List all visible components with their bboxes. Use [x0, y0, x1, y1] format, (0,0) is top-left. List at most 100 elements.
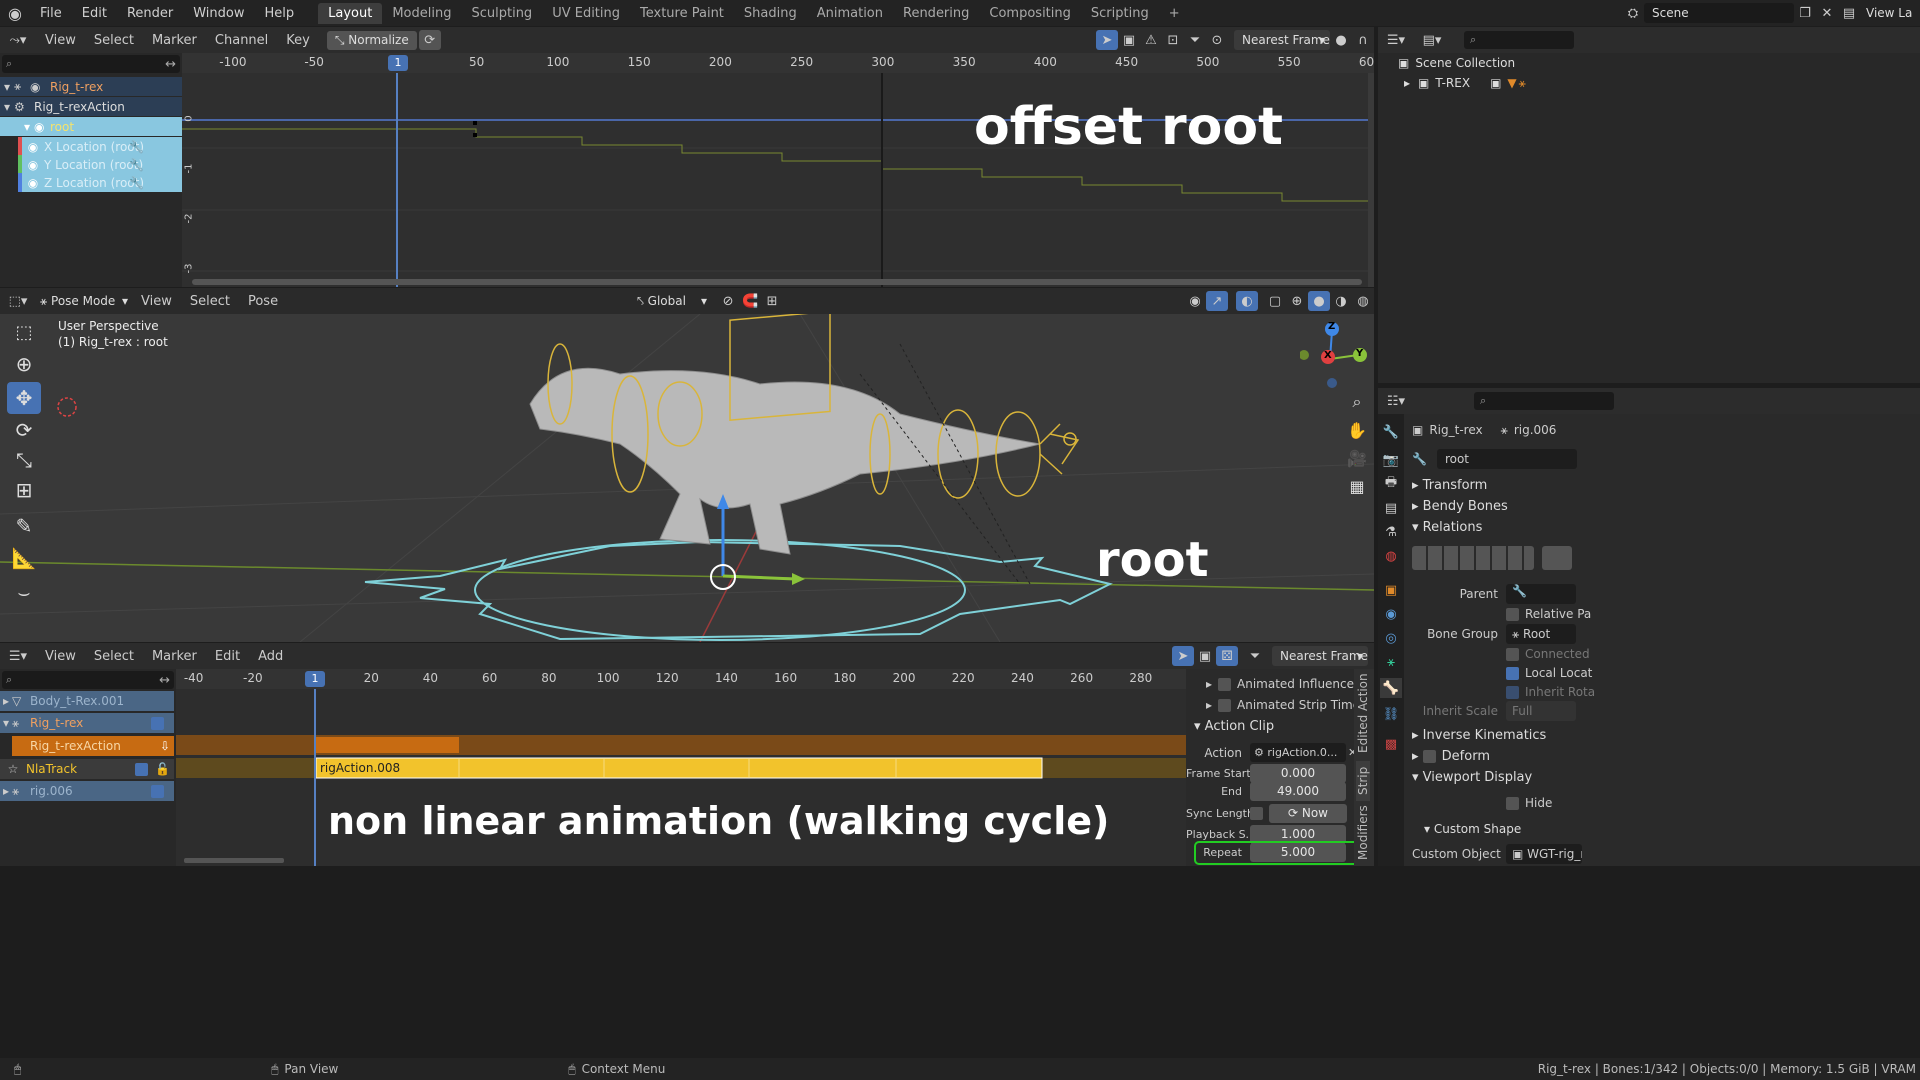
nla-object-row[interactable]: ▸ ⚹ rig.006	[0, 781, 174, 801]
channel-search[interactable]: ⌕ ↔	[2, 55, 180, 73]
select-strip-icon[interactable]: ➤	[1172, 646, 1194, 666]
eye-icon[interactable]: ◉	[22, 176, 44, 190]
nla-menu-select[interactable]: Select	[85, 649, 143, 664]
bone-group-field[interactable]: ⚹ Root	[1506, 624, 1576, 644]
grid-icon[interactable]: ▦	[1340, 470, 1374, 502]
horizontal-scrollbar[interactable]	[192, 279, 1362, 285]
tab-layout[interactable]: Layout	[318, 2, 383, 24]
expand-icon[interactable]: ▾	[0, 80, 14, 94]
tab-strip[interactable]: Strip	[1356, 761, 1370, 801]
tab-texture-paint[interactable]: Texture Paint	[630, 3, 734, 24]
rendered-icon[interactable]: ◍	[1352, 291, 1374, 311]
animated-strip-time-checkbox[interactable]	[1218, 698, 1232, 712]
section-bendy-bones[interactable]: ▸ Bendy Bones	[1412, 499, 1508, 514]
nla-menu-view[interactable]: View	[36, 649, 85, 664]
frame-end-field[interactable]: 49.000	[1250, 782, 1346, 801]
proportional-icon[interactable]: ●	[1330, 30, 1352, 50]
sync-length-checkbox[interactable]	[1250, 807, 1263, 820]
outliner-search[interactable]: ⌕	[1464, 31, 1574, 49]
view-layer-tab-icon[interactable]: ▤	[1380, 498, 1402, 518]
display-mode-icon[interactable]: ▤▾	[1414, 30, 1450, 50]
scene-tab-icon[interactable]: ⚗	[1380, 522, 1402, 542]
gizmo-x-arrow[interactable]	[722, 574, 796, 581]
material-icon[interactable]: ◑	[1330, 291, 1352, 311]
box-select-icon[interactable]: ▣	[1118, 30, 1140, 50]
keyframe[interactable]	[473, 121, 477, 125]
filter-icon[interactable]: ▼	[1507, 76, 1516, 90]
nla-playhead-badge[interactable]: 1	[305, 671, 325, 687]
tab-modifiers[interactable]: Modifiers	[1356, 805, 1370, 861]
expand-icon[interactable]: ▾	[0, 120, 30, 134]
tab-sculpting[interactable]: Sculpting	[461, 3, 542, 24]
move-tool-icon[interactable]: ✥	[7, 382, 41, 414]
wrench-icon[interactable]: 🔧	[129, 176, 144, 190]
refresh-icon[interactable]: ⟳	[418, 30, 441, 50]
nla-object-row[interactable]: ▸ ▽ Body_t-Rex.001	[0, 691, 174, 711]
snap-icon[interactable]: 🧲	[739, 291, 761, 311]
bone-constraint-tab-icon[interactable]: ⛓	[1380, 704, 1402, 724]
solo-star-icon[interactable]: ☆	[0, 762, 26, 776]
eye-icon[interactable]: ◉	[22, 158, 44, 172]
graph-menu-view[interactable]: View	[36, 33, 85, 48]
editor-type-icon[interactable]: ☰▾	[1378, 30, 1414, 50]
channel-object-row[interactable]: ▾ ⚹ ◉ Rig_t-rex	[0, 77, 182, 96]
root-bone-shape[interactable]	[364, 540, 1113, 641]
warning-icon[interactable]: ⚠	[1140, 30, 1162, 50]
graph-curves[interactable]	[182, 53, 1374, 287]
orientation-dropdown[interactable]: ⤣ Global ▾	[637, 294, 707, 309]
bone-tab-icon[interactable]: 🦴	[1380, 678, 1402, 698]
view-layer-icon[interactable]: ▤	[1838, 3, 1860, 23]
expand-icon[interactable]: ▾	[0, 100, 14, 114]
animated-influence-row[interactable]: ▸ Animated Influence	[1206, 677, 1354, 691]
select-tool-icon[interactable]: ⬚	[7, 316, 41, 348]
nla-action-row[interactable]: Rig_t-rexAction ⇩	[12, 736, 174, 756]
tab-rendering[interactable]: Rendering	[893, 3, 979, 24]
normalize-toggle[interactable]: ⤡ Normalize	[326, 30, 417, 50]
cursor-icon[interactable]: ⊡	[1162, 30, 1184, 50]
properties-search[interactable]: ⌕	[1474, 392, 1614, 410]
lock-icon[interactable]: 🔓	[155, 762, 170, 776]
box-select-icon[interactable]: ▣	[1194, 646, 1216, 666]
graph-menu-channel[interactable]: Channel	[206, 33, 277, 48]
tab-modeling[interactable]: Modeling	[382, 3, 461, 24]
outliner-item-trex[interactable]: ▸ ▣ T-REX ▣ ▼ ⚹	[1378, 73, 1920, 93]
connected-row[interactable]: Connected	[1506, 644, 1590, 664]
animated-influence-checkbox[interactable]	[1218, 677, 1232, 691]
viewport-menu-pose[interactable]: Pose	[239, 294, 287, 309]
track-checkbox[interactable]	[151, 716, 164, 730]
filter-icon[interactable]: ⏷	[1184, 30, 1206, 50]
solid-icon[interactable]: ●	[1308, 291, 1330, 311]
channel-action-row[interactable]: ▾ ⚙ Rig_t-rexAction	[0, 97, 182, 116]
scale-tool-icon[interactable]: ⤡	[7, 444, 41, 476]
expand-icon[interactable]: ▸	[0, 694, 12, 708]
frame-start-field[interactable]: 0.000	[1250, 764, 1346, 783]
wireframe-icon[interactable]: ⊕	[1286, 291, 1308, 311]
repeat-field[interactable]: 5.000	[1250, 843, 1346, 862]
action-clip-header[interactable]: ▾ Action Clip	[1194, 719, 1274, 734]
object-tab-icon[interactable]: ▣	[1380, 580, 1402, 600]
include-missing-icon[interactable]: ⚄	[1216, 646, 1238, 666]
section-relations[interactable]: ▾ Relations	[1412, 520, 1482, 535]
transform-tool-icon[interactable]: ⊞	[7, 474, 41, 506]
tab-uv-editing[interactable]: UV Editing	[542, 3, 630, 24]
viewport-menu-view[interactable]: View	[132, 294, 181, 309]
viewport-3d[interactable]: ⬚ ⊕ ✥ ⟳ ⤡ ⊞ ✎ 📐 ⌣ User Perspective (1) R…	[0, 314, 1374, 642]
wrench-icon[interactable]: 🔧	[129, 158, 144, 172]
inherit-rotation-checkbox[interactable]	[1506, 685, 1519, 699]
push-down-icon[interactable]: ⇩	[160, 739, 170, 753]
scene-field[interactable]: Scene	[1644, 3, 1794, 23]
graph-area[interactable]: 1 0 -1 -2 -3 offset root -100 -50 50 100 150…	[182, 53, 1374, 287]
render-tab-icon[interactable]: 📷	[1380, 450, 1402, 470]
checkbox-icon[interactable]: ▣	[1490, 76, 1501, 90]
wrench-icon[interactable]: 🔧	[129, 140, 144, 154]
bone-layers-grid[interactable]	[1412, 546, 1534, 570]
action-strip[interactable]	[314, 737, 459, 753]
expand-icon[interactable]: ▾	[0, 716, 12, 730]
mode-dropdown[interactable]: ⚹ Pose Mode ▾	[36, 291, 132, 311]
section-viewport-display[interactable]: ▾ Viewport Display	[1412, 770, 1532, 785]
falloff-icon[interactable]: ∩	[1352, 30, 1374, 50]
bone-name-field[interactable]: root	[1436, 449, 1577, 469]
track-mute-checkbox[interactable]	[135, 762, 148, 776]
editor-type-icon[interactable]: ⬚▾	[0, 291, 36, 311]
rotate-tool-icon[interactable]: ⟳	[7, 414, 41, 446]
